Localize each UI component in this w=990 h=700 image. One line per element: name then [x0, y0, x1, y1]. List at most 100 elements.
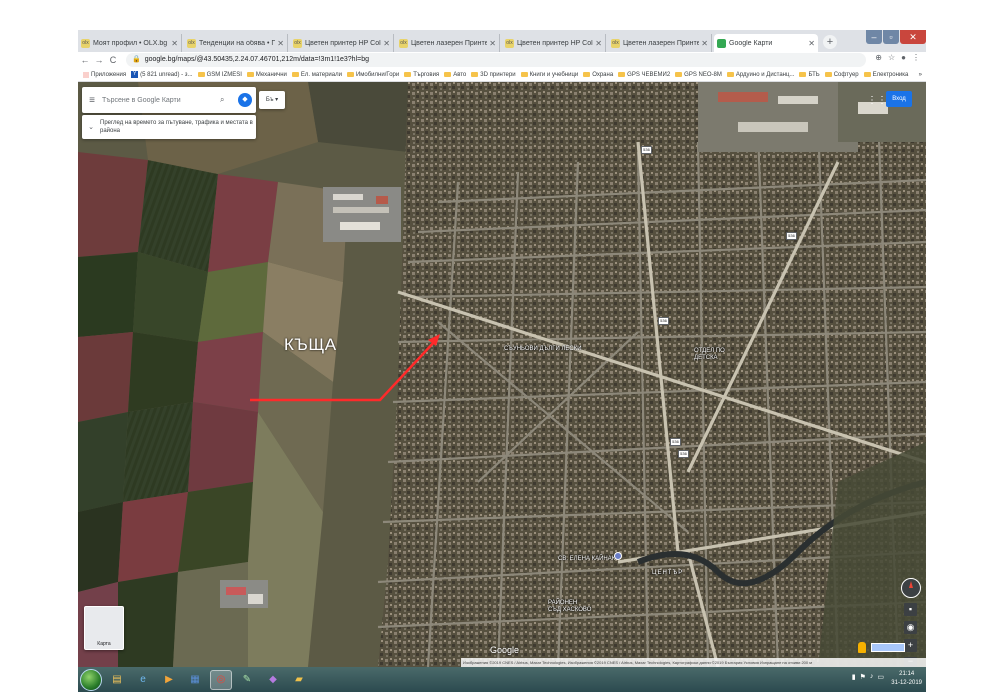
bookmark-item[interactable]: Авто — [444, 72, 466, 78]
place-label[interactable]: РАЙОНЕН СЪД ХАСКОВО — [548, 600, 591, 614]
hamburger-menu-icon[interactable]: ≡ — [82, 95, 102, 106]
tab-printer-3[interactable]: olx Цветен принтер HP Color Laser ✕ — [502, 34, 606, 52]
bookmark-item[interactable]: Y (5 821 unread) - з... — [131, 71, 193, 78]
bookmark-item[interactable]: Книги и учебници — [520, 72, 578, 78]
layers-label: Карта — [97, 641, 111, 647]
place-label[interactable]: ОТДЕЛ ПО ДЕТСКА — [694, 348, 725, 362]
compass-icon[interactable] — [901, 578, 921, 598]
flag-icon[interactable]: ⚑ — [860, 673, 866, 681]
location-icon[interactable]: ⊕ — [875, 53, 882, 62]
close-icon[interactable]: ✕ — [171, 39, 178, 48]
bookmark-item[interactable]: 3D принтери — [471, 72, 516, 78]
folder-icon[interactable]: ▰ — [288, 670, 310, 690]
notepad-icon[interactable]: ✎ — [236, 670, 258, 690]
folder-icon — [583, 72, 591, 77]
satellite-imagery[interactable] — [78, 82, 926, 667]
bookmark-label: Охрана — [592, 71, 614, 78]
layers-switcher[interactable]: Карта — [84, 606, 124, 650]
folder-icon — [444, 72, 452, 77]
clock-time: 21:14 — [899, 671, 915, 677]
bookmark-star-icon[interactable]: ☆ — [888, 53, 895, 62]
bookmark-label: GPS ЧЕВЕМИ2 — [627, 71, 671, 78]
bookmark-item[interactable]: Електроника — [863, 72, 908, 78]
place-label[interactable]: ЦЕНТЪР — [652, 570, 683, 577]
imagery-thumbnails[interactable] — [871, 643, 905, 652]
back-arrow-icon[interactable]: ← — [78, 55, 92, 65]
chevron-down-icon[interactable]: ⌄ — [82, 123, 100, 131]
bookmark-item[interactable]: Имобилни/Гори — [346, 72, 399, 78]
tab-olx-trends[interactable]: olx Тенденции на обява • Продажба ✕ — [184, 34, 288, 52]
tab-printer-2[interactable]: olx Цветен лазерен Принтер гр. Ш ✕ — [396, 34, 500, 52]
new-tab-button[interactable]: + — [823, 35, 837, 49]
chrome-icon[interactable]: ◎ — [210, 669, 232, 690]
close-icon[interactable]: ✕ — [808, 39, 815, 48]
search-placeholder[interactable]: Търсене в Google Карти — [102, 97, 220, 104]
close-icon[interactable]: ✕ — [701, 39, 708, 48]
olx-icon: olx — [81, 38, 90, 48]
map-pin-icon[interactable] — [614, 552, 622, 560]
tilt-button[interactable]: ▪ — [904, 603, 917, 616]
media-player-icon[interactable]: ▶ — [158, 670, 180, 690]
close-icon[interactable]: ✕ — [383, 39, 390, 48]
bookmark-item[interactable]: Ел. материали — [291, 72, 342, 78]
route-shield: 536 — [658, 317, 669, 325]
map-viewport[interactable]: КЪЩА ≡ Търсене в Google Карти ⌕ ◆ Бъ ▾ ⌄… — [78, 82, 926, 667]
bookmark-item[interactable]: Ардуино и Дистанц... — [726, 72, 794, 78]
volume-icon[interactable]: ♪ — [870, 673, 874, 681]
route-shield: 536 — [670, 438, 681, 446]
pegman-icon[interactable] — [858, 642, 866, 653]
zoom-in-button[interactable]: + — [904, 639, 917, 652]
bookmark-item[interactable]: GSM IZMESI — [197, 72, 242, 78]
close-icon[interactable]: ✕ — [595, 39, 602, 48]
explorer-icon[interactable]: ▤ — [106, 670, 128, 690]
language-dropdown[interactable]: Бъ ▾ — [259, 91, 285, 109]
toolbar-actions: ⊕ ☆ ● ⋮ — [875, 53, 920, 62]
olx-icon: olx — [611, 38, 620, 48]
ie-icon[interactable]: e — [132, 670, 154, 690]
bookmark-item[interactable]: Приложения — [83, 71, 127, 78]
tab-printer-4[interactable]: olx Цветен лазерен Принтер гр. Ш ✕ — [608, 34, 712, 52]
network-icon[interactable]: ▮ — [852, 673, 856, 681]
tab-title: Тенденции на обява • Продажба — [199, 39, 276, 47]
directions-icon[interactable]: ◆ — [238, 93, 252, 107]
search-icon[interactable]: ⌕ — [220, 95, 234, 105]
taskbar-clock[interactable]: 21:14 31-12-2019 — [891, 670, 922, 688]
bookmark-item[interactable]: GPS NEO-8M — [675, 72, 722, 78]
bookmark-label: Приложения — [91, 71, 127, 78]
tab-printer-1[interactable]: olx Цветен принтер HP Color Laser ✕ — [290, 34, 394, 52]
bookmark-item[interactable]: GPS ЧЕВЕМИ2 — [618, 72, 670, 78]
start-button[interactable] — [80, 668, 102, 691]
travel-hint-card[interactable]: ⌄ Преглед на времето за пътуване, трафик… — [82, 115, 256, 139]
language-label: Бъ — [265, 97, 274, 103]
folder-icon — [863, 72, 871, 77]
tab-title: Цветен принтер HP Color Laser — [517, 39, 593, 47]
battery-icon[interactable]: ▭ — [877, 673, 884, 681]
bookmark-label: Механични — [255, 71, 287, 78]
minimize-button[interactable]: – — [866, 30, 882, 44]
location-button[interactable]: ◉ — [904, 621, 917, 634]
address-bar[interactable]: 🔒 google.bg/maps/@43.50435,2.24.07.46701,… — [126, 53, 866, 67]
tab-google-maps[interactable]: Google Карти ✕ — [714, 34, 818, 52]
bookmark-item[interactable]: Софтуер — [824, 72, 859, 78]
map-search-box[interactable]: ≡ Търсене в Google Карти ⌕ ◆ — [82, 87, 256, 113]
place-label[interactable]: СВ. ЕЛЕНА КАЙНАК — [558, 556, 615, 563]
more-bookmarks-icon[interactable]: » — [919, 72, 922, 78]
tab-olx-profile[interactable]: olx Моят профил • OLX.bg ✕ — [78, 34, 182, 52]
bookmark-item[interactable]: Механични — [246, 71, 287, 78]
reload-icon[interactable]: C — [106, 55, 120, 65]
maximize-button[interactable]: ▫ — [883, 30, 899, 44]
sign-in-button[interactable]: Вход — [886, 91, 912, 107]
word-icon[interactable]: ▦ — [184, 670, 206, 690]
close-icon[interactable]: ✕ — [277, 39, 284, 48]
profile-icon[interactable]: ● — [901, 53, 906, 62]
window-close-button[interactable]: ✕ — [900, 30, 926, 44]
vs-icon[interactable]: ◆ — [262, 670, 284, 690]
place-label[interactable]: СЪУНЬОВИ ДЪЛГИ ЛЕСКИ — [504, 346, 582, 353]
bookmark-item[interactable]: Охрана — [583, 72, 613, 78]
bookmark-item[interactable]: Търговия — [404, 72, 439, 78]
forward-arrow-icon[interactable]: → — [92, 55, 106, 65]
bookmark-item[interactable]: БТЬ — [799, 72, 820, 78]
close-icon[interactable]: ✕ — [489, 39, 496, 48]
kebab-menu-icon[interactable]: ⋮ — [912, 53, 920, 62]
tab-strip: olx Моят профил • OLX.bg ✕ olx Тенденции… — [78, 30, 926, 52]
